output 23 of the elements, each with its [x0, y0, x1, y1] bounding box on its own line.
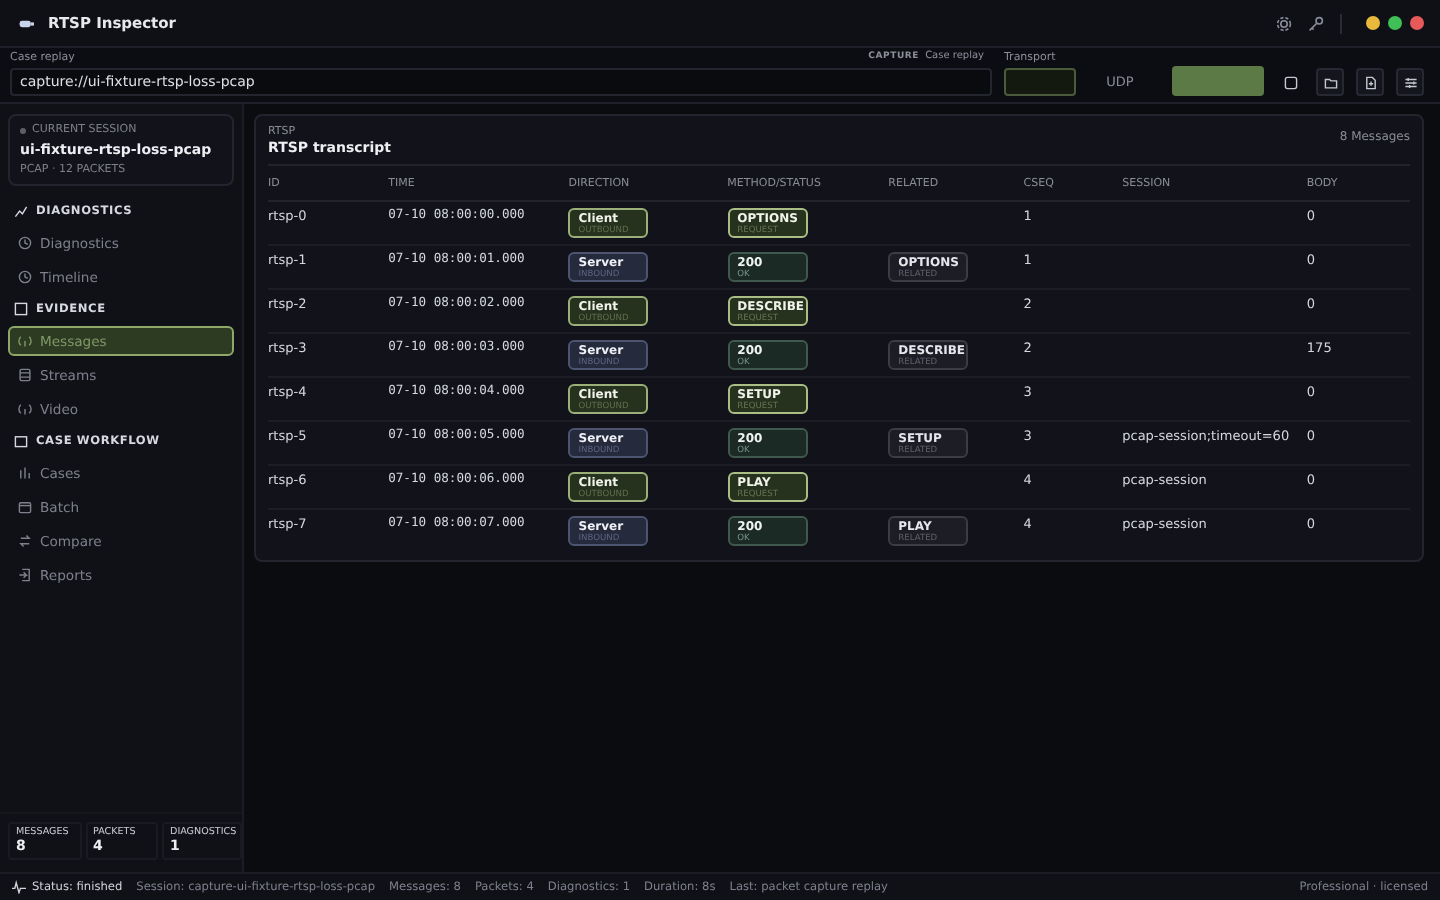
- swap-icon: [18, 534, 32, 548]
- minimize-button[interactable]: [1366, 16, 1380, 30]
- status-dot: [20, 127, 26, 133]
- key-icon[interactable]: [1308, 15, 1324, 31]
- settings-icon[interactable]: [1276, 15, 1292, 31]
- bars-icon: [18, 466, 32, 480]
- file-button[interactable]: [1356, 68, 1384, 96]
- app-logo-icon: [16, 15, 36, 31]
- antenna-icon: [18, 334, 32, 348]
- square-icon: [1283, 75, 1297, 89]
- transport-field[interactable]: [1004, 68, 1076, 96]
- maximize-button[interactable]: [1388, 16, 1402, 30]
- tray-icon: [18, 500, 32, 514]
- file-icon: [1363, 75, 1377, 89]
- export-icon: [18, 568, 32, 582]
- folder-icon: [1323, 75, 1337, 89]
- chart-icon: [14, 204, 28, 218]
- pulse-icon: [12, 880, 26, 894]
- close-button[interactable]: [1410, 16, 1424, 30]
- sliders-icon: [1403, 75, 1417, 89]
- clock-icon: [18, 236, 32, 250]
- sliders-button[interactable]: [1396, 68, 1424, 96]
- folder-button[interactable]: [1316, 68, 1344, 96]
